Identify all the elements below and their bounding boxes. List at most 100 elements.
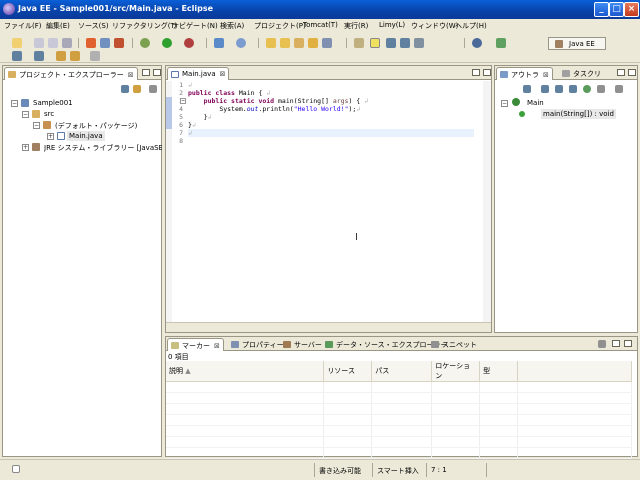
hide-static-icon[interactable] [555,85,563,93]
last-edit-icon[interactable] [56,51,66,61]
external-tools-icon[interactable] [184,38,194,48]
next-annotation-icon[interactable] [12,51,22,61]
print-icon[interactable] [62,38,72,48]
tab-markers[interactable]: マーカー ⊠ [167,338,224,351]
highlight-icon[interactable] [370,38,380,48]
view-menu-icon[interactable] [598,340,606,348]
column-resource[interactable]: リソース [323,361,373,382]
open-folder-icon[interactable] [266,38,276,48]
view-menu-icon[interactable] [149,85,157,93]
menu-project[interactable]: プロジェクト(P) [254,21,306,31]
class-icon [512,98,520,106]
close-icon[interactable]: ⊠ [220,70,226,78]
expand-toggle[interactable]: + [47,133,54,140]
menu-search[interactable]: 検索(A) [220,21,244,31]
save-all-icon[interactable] [48,38,58,48]
menu-file[interactable]: ファイル(F) [4,21,42,31]
menu-navigate[interactable]: ナビゲート(N) [172,21,218,31]
hide-non-public-icon[interactable] [569,85,577,93]
paragraph-icon[interactable] [414,38,424,48]
show-whitespace-icon[interactable] [400,38,410,48]
run-icon[interactable] [162,38,172,48]
toggle-mark-icon[interactable] [354,38,364,48]
globe-icon[interactable] [472,38,482,48]
menu-run[interactable]: 実行(R) [344,21,368,31]
fast-view-icon[interactable] [12,465,20,473]
menu-window[interactable]: ウィンドウ(W) [411,21,458,31]
tree-item-default-package[interactable]: (デフォルト・パッケージ) [55,121,137,131]
sort-icon[interactable] [523,85,531,93]
block-selection-icon[interactable] [386,38,396,48]
menu-edit[interactable]: 編集(E) [46,21,70,31]
toolbar-separator [258,38,259,48]
open-type-icon[interactable] [236,38,246,48]
new-server-icon[interactable] [214,38,224,48]
perspective-java-ee[interactable]: Java EE [548,37,606,50]
tree-item-main-java[interactable]: Main.java [67,131,105,141]
minimize-button[interactable]: _ [594,2,609,17]
close-button[interactable]: × [624,2,639,17]
tab-project-explorer[interactable]: プロジェクト・エクスプローラー ⊠ [4,67,138,80]
maximize-view-icon[interactable] [483,69,491,76]
server-icon[interactable] [100,38,110,48]
column-description[interactable]: 説明 ▲ [166,361,325,382]
outline-item-class[interactable]: Main [527,99,544,107]
maximize-view-icon[interactable] [624,340,632,347]
java-perspective-icon[interactable] [496,38,506,48]
tab-properties[interactable]: プロパティー [228,338,287,351]
hide-fields-icon[interactable] [541,85,549,93]
tree-item-jre[interactable]: JRE システム・ライブラリー [JavaSE-1.6] [44,143,162,153]
minimize-view-icon[interactable] [617,69,625,76]
hide-local-types-icon[interactable] [583,85,591,93]
tab-servers[interactable]: サーバー [280,338,325,351]
menu-refactor[interactable]: リファクタリング(T) [112,21,177,31]
maximize-button[interactable]: □ [609,2,624,17]
tab-snippets[interactable]: スニペット [428,338,480,351]
fold-toggle[interactable]: − [180,98,186,104]
close-icon[interactable]: ⊠ [214,342,220,350]
expand-toggle[interactable]: + [22,144,29,151]
open-project-icon[interactable] [280,38,290,48]
tree-item-src[interactable]: src [44,110,54,118]
tab-main-java[interactable]: Main.java ⊠ [167,67,230,80]
collapse-toggle[interactable]: − [11,100,18,107]
column-location[interactable]: ロケーション [431,361,481,382]
minimize-view-icon[interactable] [472,69,480,76]
view-menu-icon[interactable] [615,85,623,93]
maximize-view-icon[interactable] [628,69,636,76]
outline-item-method[interactable]: main(String[]) : void [541,109,616,119]
search-folder-icon[interactable] [308,38,318,48]
collapse-all-icon[interactable] [121,85,129,93]
collapse-toggle[interactable]: − [501,100,508,107]
search-icon[interactable] [322,38,332,48]
tab-outline[interactable]: アウトラ ⊠ [496,67,553,80]
back-icon[interactable] [70,51,80,61]
horizontal-scrollbar[interactable] [166,322,491,332]
prev-annotation-icon[interactable] [34,51,44,61]
overview-ruler[interactable] [483,81,491,322]
menu-help[interactable]: ヘルプ(H) [455,21,487,31]
tree-item-project[interactable]: Sample001 [33,99,73,107]
close-icon[interactable]: ⊠ [128,71,134,79]
focus-icon[interactable] [597,85,605,93]
minimize-view-icon[interactable] [612,340,620,347]
menu-limy[interactable]: Limy(L) [379,21,405,29]
menu-source[interactable]: ソース(S) [78,21,109,31]
new-icon[interactable] [12,38,22,48]
debug-tool-icon[interactable] [86,38,96,48]
forward-icon[interactable] [90,51,100,61]
build-icon[interactable] [114,38,124,48]
save-icon[interactable] [34,38,44,48]
collapse-toggle[interactable]: − [33,122,40,129]
column-path[interactable]: パス [371,361,433,382]
minimize-view-icon[interactable] [142,69,150,76]
menu-tomcat[interactable]: Tomcat(T) [303,21,338,29]
link-editor-icon[interactable] [133,85,141,93]
close-icon[interactable]: ⊠ [543,71,549,79]
collapse-toggle[interactable]: − [22,111,29,118]
column-type[interactable]: 型 [479,361,519,382]
maximize-view-icon[interactable] [153,69,161,76]
debug-icon[interactable] [140,38,150,48]
tab-task-list[interactable]: タスクリ [559,67,604,80]
package-icon[interactable] [294,38,304,48]
